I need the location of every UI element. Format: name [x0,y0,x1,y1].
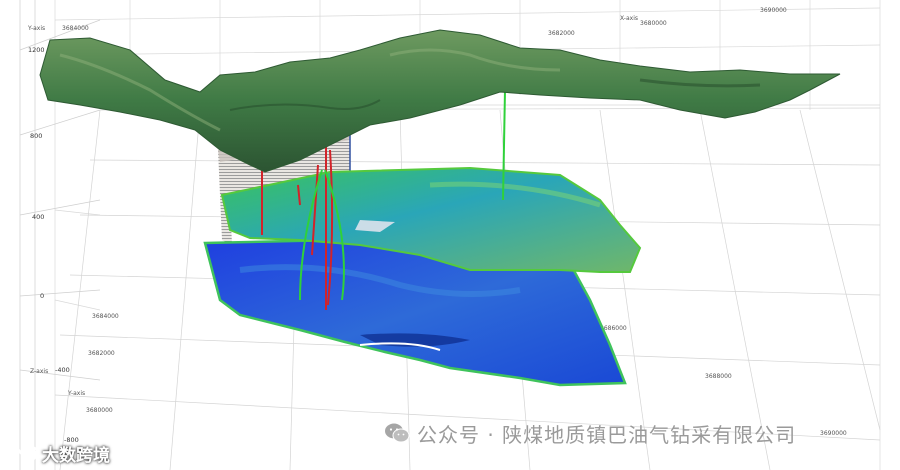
z-tick-0: 0 [40,292,44,300]
wechat-icon [385,423,410,443]
brand-text: 大数跨境 [42,445,110,466]
y-axis-label-top: Y-axis [27,25,45,32]
y-tick-left-1: 3682000 [88,350,115,357]
x-tick-bottom-2: 3690000 [820,430,847,437]
z-tick-minus-400: -400 [55,366,70,374]
y-axis-label-left: Y-axis [67,390,85,397]
z-axis-label: Z-axis [30,368,48,375]
brand-logo-icon [8,445,38,462]
watermark: 公众号 · 陕煤地质镇巴油气钻采有限公司 [383,419,796,447]
x-axis-label-top: X-axis [620,15,638,22]
brand-logo: 大数跨境 [8,441,110,466]
y-tick-top-2: 3680000 [640,20,667,27]
z-tick-400: 400 [32,213,44,221]
watermark-text: 公众号 · 陕煤地质镇巴油气钻采有限公司 [417,422,797,447]
y-tick-left-0: 3684000 [92,313,119,320]
y-tick-top-1: 3682000 [548,30,575,37]
x-tick-top-0: 3690000 [760,7,787,14]
y-tick-left-2: 3680000 [86,407,113,414]
z-tick-1200: 1200 [28,46,45,54]
y-tick-top-0: 3684000 [62,25,89,32]
3d-geological-model-viewport[interactable]: Y-axis X-axis 3684000 3682000 3680000 36… [0,0,900,470]
z-tick-800: 800 [30,132,42,140]
x-tick-bottom-1: 3688000 [705,373,732,380]
